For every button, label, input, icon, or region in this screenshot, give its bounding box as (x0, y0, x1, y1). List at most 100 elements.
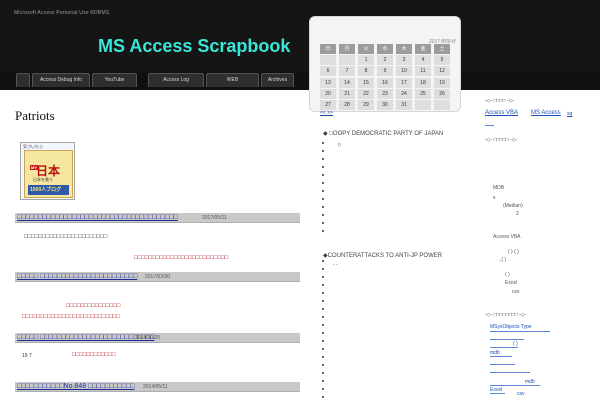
calendar-day[interactable]: 21 (339, 88, 355, 99)
post-title-link[interactable]: □□□□□□□□□□□□□□□□□□□□□□□□□□□□□□□□□□□□□□ (17, 213, 178, 222)
calendar-day[interactable]: 20 (320, 88, 336, 99)
bullet-dot (322, 214, 324, 216)
calendar-day[interactable]: 16 (377, 77, 393, 88)
post-header: □□□□□□□□□□□No.848 □□□□□□□□□□□ 2014/05/11 (15, 382, 300, 392)
calendar-day[interactable]: 8 (358, 66, 374, 77)
bullet-dot (322, 158, 324, 160)
nav-tab-access-debug-info[interactable]: Access Debug Info (32, 73, 90, 87)
banner-mid-text: 日本を救う (33, 177, 53, 182)
sidebar-rule (490, 347, 518, 348)
sidebar-rule (490, 331, 550, 332)
sidebar-note: ( ) (505, 272, 510, 278)
section-heading: ◆COUNTERATTACKS TO ANTI-JP POWER (323, 253, 443, 259)
post-date: 2014/05/11 (143, 384, 168, 390)
calendar-weekday: 金 (415, 44, 431, 54)
calendar-weekday: 土 (434, 44, 450, 54)
calendar-day[interactable]: 9 (377, 66, 393, 77)
bullet-dot (322, 230, 324, 232)
calendar-day[interactable]: 3 (396, 55, 412, 66)
post-body-text: □□□□□□□□□□□□□□□□□□□□□□□ (24, 234, 108, 240)
calendar-day[interactable]: 4 (415, 55, 431, 66)
calendar-day[interactable]: 18 (415, 77, 431, 88)
post-highlight-text: □□□□□□□□□□□□□□□□□□□□□□□□□□□ (22, 314, 120, 320)
calendar-weekday: 火 (358, 44, 374, 54)
banner-bottom-text: 1000人ブログ (30, 187, 62, 193)
bullet-dot (322, 150, 324, 152)
calendar-day[interactable]: 12 (434, 66, 450, 77)
calendar-day[interactable]: 5 (434, 55, 450, 66)
calendar-day[interactable]: 2 (377, 55, 393, 66)
bullet-dot (322, 182, 324, 184)
post-date: 2017/03/30 (145, 274, 171, 280)
bullet-dot (322, 142, 324, 144)
sidebar-rule (490, 385, 540, 386)
sidebar-list-item[interactable]: csv (517, 391, 525, 397)
calendar-weekday: 水 (377, 44, 393, 54)
blog-ranking-banner[interactable]: 気づいたら 日本 MY 日本を救う 1000人ブログ (20, 142, 75, 200)
calendar-day[interactable]: 24 (396, 88, 412, 99)
post-header: □□□□□ □□□□□□□□□□□□□□□□□□□□□□□ 2017/03/30 (15, 272, 300, 282)
bullet-dot (322, 396, 324, 398)
calendar-day[interactable]: 26 (434, 88, 450, 99)
bullet-dot (322, 364, 324, 366)
sidebar-note: 2 (516, 211, 519, 217)
calendar-day[interactable]: 13 (320, 77, 336, 88)
sidebar-heading: -◇- □□□□ -◇- (485, 98, 515, 104)
bullet-dot (322, 332, 324, 334)
calendar-day[interactable]: 14 (339, 77, 355, 88)
section-note: !! (338, 143, 341, 149)
sidebar-note: MDB (493, 185, 505, 191)
post-body-text: 19 7 (22, 353, 32, 359)
bullet-dot (322, 348, 324, 350)
post-title-link[interactable]: □□□□□ □□□□□□□□□□□□□□□□□□□□□□□ (17, 272, 137, 281)
sidebar-rule (490, 393, 505, 394)
calendar-day[interactable]: 28 (339, 100, 355, 110)
bullet-dot (322, 324, 324, 326)
calendar-day[interactable]: 29 (358, 100, 374, 110)
sidebar-link-sq[interactable]: sq (567, 111, 572, 117)
calendar-day[interactable]: 15 (358, 77, 374, 88)
bullet-dot (322, 190, 324, 192)
bullet-dot (322, 316, 324, 318)
calendar-day[interactable]: 30 (377, 100, 393, 110)
calendar-day[interactable]: 17 (396, 77, 412, 88)
bullet-dot (322, 308, 324, 310)
bullet-dot (322, 268, 324, 270)
calendar-day[interactable]: 11 (415, 66, 431, 77)
calendar-weekday: 月 (339, 44, 355, 54)
nav-tab-access-log[interactable]: Access Log (148, 73, 204, 87)
calendar-day[interactable]: 6 (320, 66, 336, 77)
nav-home-tab[interactable] (16, 73, 30, 87)
calendar-nav-link[interactable]: << >> (320, 110, 333, 116)
site-title[interactable]: MS Access Scrapbook (98, 36, 290, 57)
bullet-dot (322, 340, 324, 342)
post-highlight-text: □□□□□□□□□□□□ (72, 352, 116, 358)
sidebar-link-ms-access[interactable]: MS Access (531, 110, 561, 116)
calendar-day[interactable]: 25 (415, 88, 431, 99)
calendar-day[interactable]: 22 (358, 88, 374, 99)
calendar-day[interactable]: 27 (320, 100, 336, 110)
post-header: □□□□□ □□□□□□□□□□□□□□□□□□□□□□□□□□□ 2014/1… (15, 333, 300, 343)
sidebar-rule (490, 356, 512, 357)
bullet-dot (322, 356, 324, 358)
calendar-day[interactable]: 23 (377, 88, 393, 99)
post-title-link[interactable]: □□□□□□□□□□□No.848 □□□□□□□□□□□ (17, 382, 135, 391)
calendar-day[interactable]: 7 (339, 66, 355, 77)
sidebar-link-access-vba[interactable]: Access VBA (485, 110, 518, 116)
calendar-day[interactable]: 31 (396, 100, 412, 110)
calendar-day[interactable]: 1 (358, 55, 374, 66)
nav-tab-archives[interactable]: Archives (261, 73, 294, 87)
sidebar-heading: -◇- □□□□□ -◇- (485, 137, 518, 143)
nav-tab-youtube[interactable]: YouTube (92, 73, 137, 87)
calendar-day[interactable]: 19 (434, 77, 450, 88)
sidebar-list-item[interactable]: MSysObjects Type (490, 324, 532, 330)
calendar-day[interactable]: 10 (396, 66, 412, 77)
sidebar-note: csv (512, 289, 520, 295)
post-title-link[interactable]: □□□□□ □□□□□□□□□□□□□□□□□□□□□□□□□□□ (17, 333, 154, 342)
sidebar-note: Access VBA (493, 234, 521, 240)
sidebar-rule (490, 339, 524, 340)
post-header: □□□□□□□□□□□□□□□□□□□□□□□□□□□□□□□□□□□□□□ 2… (15, 213, 300, 223)
nav-bar: Access Debug Info YouTube Access Log WEB… (0, 72, 600, 90)
banner-my-text: MY (30, 165, 38, 170)
nav-tab-web[interactable]: WEB (206, 73, 259, 87)
